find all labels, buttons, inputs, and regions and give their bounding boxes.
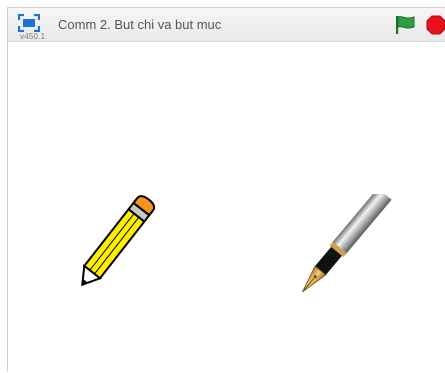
fountain-pen-sprite[interactable] xyxy=(286,194,396,299)
stop-button[interactable] xyxy=(426,15,445,35)
fullscreen-button[interactable] xyxy=(17,13,41,33)
project-title: Comm 2. But chi va but muc xyxy=(58,17,222,32)
stop-sign-icon xyxy=(426,15,445,35)
version-label: v450.1 xyxy=(20,32,46,41)
player-title-bar: v450.1 Comm 2. But chi va but muc xyxy=(8,8,445,42)
stage[interactable] xyxy=(8,42,445,373)
green-flag-icon xyxy=(396,16,415,34)
scratch-player: v450.1 Comm 2. But chi va but muc xyxy=(7,7,445,373)
pencil-sprite[interactable] xyxy=(68,182,168,297)
fullscreen-icon xyxy=(17,13,41,33)
green-flag-button[interactable] xyxy=(394,15,416,35)
